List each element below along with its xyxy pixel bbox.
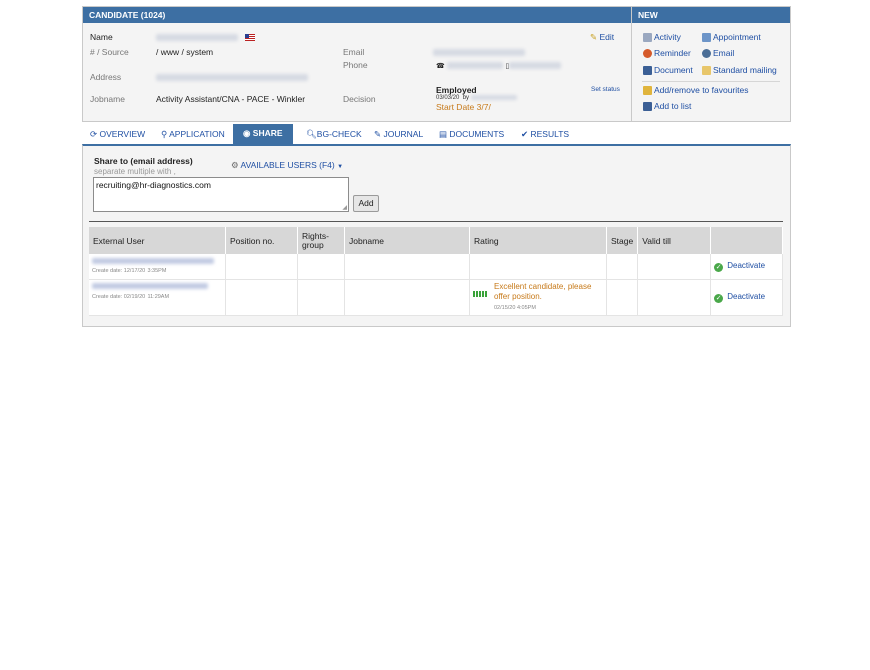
rating-bar (479, 290, 481, 297)
users-icon: ⚙ (231, 160, 239, 170)
tab-application[interactable]: ⚲ APPLICATION (161, 125, 225, 144)
col-external-user[interactable]: External User (89, 227, 226, 254)
shares-table: External User Position no. Rights-group … (89, 227, 783, 316)
new-reminder-link[interactable]: Reminder (643, 48, 691, 58)
tab-bg-check[interactable]: 🔍︎BG-CHECK (306, 125, 362, 144)
status-title: Employed (436, 85, 477, 95)
magnifier-icon: 🔍︎ (306, 129, 317, 139)
jobname-label: Jobname (90, 94, 125, 104)
tab-bar: ⟳ OVERVIEW ⚲ APPLICATION ◉ SHARE 🔍︎BG-CH… (82, 123, 789, 144)
refresh-icon: ⟳ (90, 129, 98, 139)
table-header-row: External User Position no. Rights-group … (89, 227, 783, 254)
check-circle-icon: ✓ (714, 293, 724, 303)
us-flag-icon (245, 34, 256, 42)
checkmark-icon: ✔ (521, 129, 529, 139)
start-date: Start Date 3/7/ (436, 102, 491, 112)
calendar-icon (702, 33, 711, 42)
available-users-dropdown[interactable]: ⚙ AVAILABLE USERS (F4) ▼ (231, 160, 343, 171)
folder-star-icon (643, 86, 652, 95)
candidate-name (156, 32, 256, 42)
share-hint: separate multiple with , (94, 167, 176, 176)
external-user-cell: Create date: 02/19/20 11:29AM (89, 279, 226, 316)
add-button[interactable]: Add (353, 195, 379, 212)
decision-label: Decision (343, 94, 376, 104)
rating-cell: Excellent candidate, please offer positi… (469, 279, 607, 316)
share-globe-icon: ◉ (243, 128, 251, 138)
document-icon (643, 66, 652, 75)
source-label: # / Source (90, 47, 129, 57)
journal-icon: ✎ (374, 129, 382, 139)
deactivate-link[interactable]: ✓ Deactivate (710, 254, 783, 280)
source-value: / www / system (156, 47, 214, 57)
external-user-cell: Create date: 12/17/20 3:35PM (89, 254, 226, 280)
rating-comment-line2: offer position. (494, 291, 542, 301)
email-textarea[interactable]: recruiting@hr-diagnostics.com ◢ (93, 177, 349, 212)
edit-link[interactable]: ✎ Edit (590, 32, 614, 43)
col-jobname[interactable]: Jobname (344, 227, 470, 254)
new-standard-mailing-link[interactable]: Standard mailing (702, 65, 777, 75)
set-status-link[interactable]: Set status (591, 86, 620, 93)
caret-down-icon: ▼ (337, 164, 344, 170)
check-circle-icon: ✓ (714, 262, 724, 272)
add-to-list-link[interactable]: Add to list (643, 101, 691, 111)
new-panel: NEW Activity Appointment Reminder Email … (631, 6, 791, 122)
rating-bar (485, 290, 487, 297)
separator (89, 221, 783, 222)
rating-comment-line1: Excellent candidate, please (494, 281, 592, 291)
tab-documents[interactable]: ▤ DOCUMENTS (439, 125, 504, 144)
status-date: 03/03/20 by (436, 95, 517, 101)
share-content: Share to (email address) separate multip… (82, 144, 791, 327)
tab-overview[interactable]: ⟳ OVERVIEW (90, 125, 145, 144)
person-icon: ⚲ (161, 129, 168, 139)
col-valid-till[interactable]: Valid till (637, 227, 712, 254)
new-activity-link[interactable]: Activity (643, 32, 681, 42)
name-label: Name (90, 32, 113, 42)
share-title: Share to (email address) (94, 156, 193, 166)
col-position-no[interactable]: Position no. (225, 227, 298, 254)
table-row: Create date: 12/17/20 3:35PM ✓ Deactivate (89, 254, 783, 280)
envelope-icon (702, 66, 711, 75)
email-label: Email (343, 47, 365, 57)
rating-bar (473, 290, 475, 297)
new-appointment-link[interactable]: Appointment (702, 32, 761, 42)
tab-share[interactable]: ◉ SHARE (233, 124, 293, 144)
col-stage[interactable]: Stage (606, 227, 639, 254)
col-actions (710, 227, 783, 254)
phone-label: Phone (343, 60, 368, 70)
documents-icon: ▤ (439, 129, 448, 139)
rating-bar (482, 290, 484, 297)
phone-value: ☎ ▯ (436, 60, 562, 70)
list-icon (643, 102, 652, 111)
phone-icon: ☎ (436, 63, 445, 70)
col-rights-group[interactable]: Rights-group (297, 227, 345, 254)
tab-results[interactable]: ✔ RESULTS (521, 125, 569, 144)
new-email-link[interactable]: Email (702, 48, 734, 58)
alarm-clock-icon (643, 49, 652, 58)
address-label: Address (90, 72, 122, 82)
email-value[interactable] (433, 47, 525, 57)
tab-journal[interactable]: ✎ JOURNAL (374, 125, 423, 144)
rating-bar (476, 290, 478, 297)
col-rating[interactable]: Rating (469, 227, 607, 254)
new-header: NEW (632, 7, 790, 23)
deactivate-link[interactable]: ✓ Deactivate (710, 279, 783, 316)
activity-icon (643, 33, 652, 42)
address-value (156, 72, 308, 82)
rating-date: 02/15/20 4:05PM (494, 304, 536, 311)
rating-bars (473, 290, 488, 299)
table-row: Create date: 02/19/20 11:29AM Excellent … (89, 279, 783, 316)
new-document-link[interactable]: Document (643, 65, 693, 75)
jobname-value: Activity Assistant/CNA - PACE - Winkler (156, 94, 306, 104)
globe-email-icon (702, 49, 711, 58)
resize-grip-icon[interactable]: ◢ (342, 204, 347, 211)
favourites-link[interactable]: Add/remove to favourites (643, 85, 749, 95)
divider (642, 81, 780, 82)
pencil-icon: ✎ (590, 32, 598, 42)
